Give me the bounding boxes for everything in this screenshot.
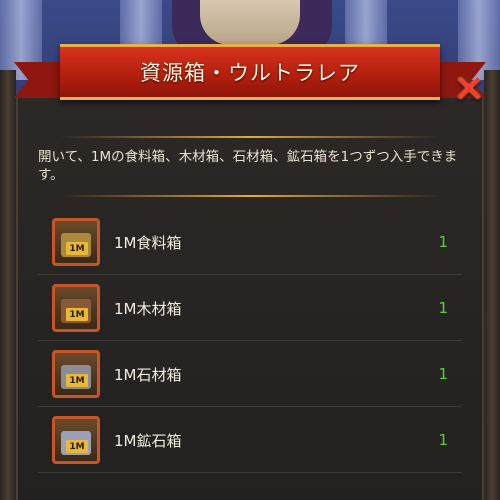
item-name: 1M木材箱 — [114, 299, 182, 318]
item-quantity: 1 — [438, 365, 448, 383]
item-quantity: 1 — [438, 299, 448, 317]
item-quantity: 1 — [438, 431, 448, 449]
item-name: 1M石材箱 — [114, 365, 182, 384]
left-frame — [0, 70, 16, 500]
title-ribbon: 資源箱・ウルトラレア — [60, 44, 440, 100]
divider-glow — [60, 195, 440, 197]
item-name: 1M鉱石箱 — [114, 431, 182, 450]
wood-chest-icon: 1M — [52, 284, 100, 332]
dialog-title: 資源箱・ウルトラレア — [140, 61, 360, 85]
list-item[interactable]: 1M 1M鉱石箱 1 — [38, 408, 462, 473]
right-frame — [484, 70, 500, 500]
close-icon[interactable]: ✕ — [450, 70, 488, 108]
item-name: 1M食料箱 — [114, 233, 182, 252]
stone-chest-icon: 1M — [52, 350, 100, 398]
ore-chest-icon: 1M — [52, 416, 100, 464]
list-item[interactable]: 1M 1M石材箱 1 — [38, 342, 462, 407]
list-item[interactable]: 1M 1M食料箱 1 — [38, 210, 462, 275]
list-item[interactable]: 1M 1M木材箱 1 — [38, 276, 462, 341]
item-description: 開いて、1Mの食料箱、木材箱、石材箱、鉱石箱を1つずつ入手できます。 — [38, 149, 458, 183]
character-portrait — [200, 0, 300, 45]
item-quantity: 1 — [438, 233, 448, 251]
divider-glow — [60, 136, 440, 138]
food-chest-icon: 1M — [52, 218, 100, 266]
